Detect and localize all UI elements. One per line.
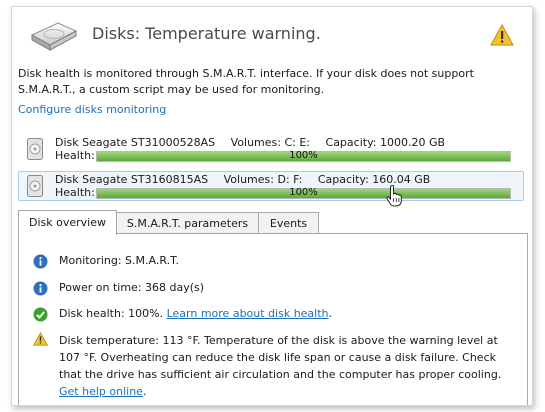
disk-capacity: Capacity: 160.04 GB xyxy=(317,173,431,186)
disk-overview-panel: Monitoring: S.M.A.R.T. Power on time: 36… xyxy=(18,233,528,405)
disks-panel: Disks: Temperature warning. Disk health … xyxy=(11,6,533,406)
warning-icon xyxy=(490,23,514,49)
monitoring-text: Monitoring: S.M.A.R.T. xyxy=(59,254,179,267)
tab-disk-overview[interactable]: Disk overview xyxy=(18,210,117,235)
monitoring-description: Disk health is monitored through S.M.A.R… xyxy=(18,67,474,96)
power-on-text: Power on time: 368 day(s) xyxy=(59,281,204,294)
disk-info: Disk Seagate ST31000528AS Volumes: C: E:… xyxy=(55,136,457,149)
disk-row-selected[interactable]: Disk Seagate ST3160815AS Volumes: D: F: … xyxy=(18,171,524,201)
temperature-message: Disk temperature: 113 °F. Temperature of… xyxy=(59,334,502,381)
learn-more-health-link[interactable]: Learn more about disk health xyxy=(167,307,329,320)
drive-icon xyxy=(27,138,43,163)
get-help-online-link[interactable]: Get help online xyxy=(59,385,143,398)
health-label: Health: xyxy=(55,149,95,162)
disk-capacity: Capacity: 1000.20 GB xyxy=(325,136,446,149)
hard-disk-icon xyxy=(28,17,78,56)
health-label: Health: xyxy=(55,186,95,199)
health-text: Disk health: 100%. Learn more about disk… xyxy=(59,307,332,320)
panel-header: Disks: Temperature warning. xyxy=(12,7,532,63)
configure-disks-link[interactable]: Configure disks monitoring xyxy=(18,103,166,116)
disk-health-value: Disk health: 100%. xyxy=(59,307,164,320)
info-icon xyxy=(33,254,48,272)
disk-info: Disk Seagate ST3160815AS Volumes: D: F: … xyxy=(55,173,442,186)
temperature-text: Disk temperature: 113 °F. Temperature of… xyxy=(59,332,521,400)
health-percent: 100% xyxy=(289,150,318,161)
hand-cursor-icon xyxy=(386,184,402,210)
health-link-suffix: . xyxy=(328,307,333,320)
power-on-label: Power on time: xyxy=(59,281,142,294)
tab-events[interactable]: Events xyxy=(258,212,319,234)
check-icon xyxy=(33,307,48,325)
tab-smart-parameters[interactable]: S.M.A.R.T. parameters xyxy=(116,212,259,234)
disk-volumes: Volumes: D: F: xyxy=(223,173,303,186)
health-progress-bar: 100% xyxy=(96,150,511,162)
warning-icon xyxy=(32,331,49,349)
drive-icon xyxy=(27,175,43,200)
disk-volumes: Volumes: C: E: xyxy=(230,136,311,149)
power-on-value: 368 day(s) xyxy=(145,281,205,294)
disk-name: Disk Seagate ST3160815AS xyxy=(55,173,209,186)
health-percent: 100% xyxy=(289,187,318,198)
page-title: Disks: Temperature warning. xyxy=(92,24,321,43)
disk-name: Disk Seagate ST31000528AS xyxy=(55,136,216,149)
disk-row[interactable]: Disk Seagate ST31000528AS Volumes: C: E:… xyxy=(18,134,524,164)
info-icon xyxy=(33,281,48,299)
health-progress-bar: 100% xyxy=(96,187,511,199)
temperature-link-suffix: . xyxy=(142,385,147,398)
